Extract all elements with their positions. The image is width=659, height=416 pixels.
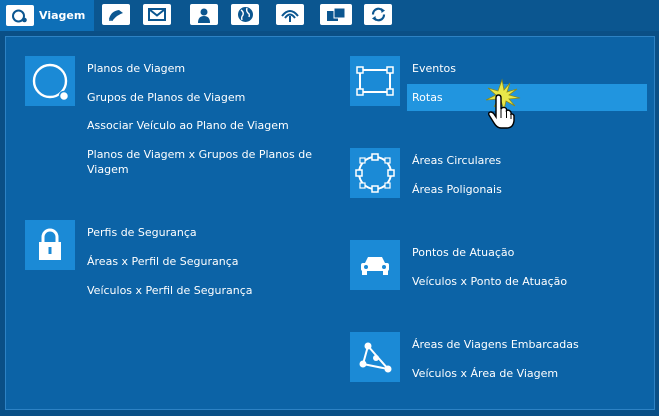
link-veiculos-x-area[interactable]: Veículos x Área de Viagem [412, 366, 558, 381]
tab-viagem[interactable]: Viagem [0, 0, 94, 31]
link-planos-de-viagem[interactable]: Planos de Viagem [87, 61, 185, 76]
link-areas-poligonais[interactable]: Áreas Poligonais [412, 182, 502, 197]
link-pontos-de-atuacao[interactable]: Pontos de Atuação [412, 245, 514, 260]
mail-icon [148, 8, 166, 21]
polygon-icon [350, 332, 400, 382]
tab-signal[interactable] [276, 4, 304, 25]
lock-icon [25, 220, 75, 270]
link-planos-x-grupos[interactable]: Planos de Viagem x Grupos de Planos de V… [87, 147, 337, 177]
link-perfis-de-seguranca[interactable]: Perfis de Segurança [87, 225, 197, 240]
link-associar-veiculo[interactable]: Associar Veículo ao Plano de Viagem [87, 118, 289, 133]
link-rotas[interactable]: Rotas [407, 84, 647, 111]
link-areas-circulares[interactable]: Áreas Circulares [412, 153, 501, 168]
folder-icon [327, 7, 346, 21]
circle-select-icon [350, 148, 400, 198]
car-icon [350, 240, 400, 290]
link-areas-x-perfil[interactable]: Áreas x Perfil de Segurança [87, 254, 239, 269]
tab-folder[interactable] [320, 4, 352, 25]
ring-icon [25, 56, 75, 106]
rectangle-select-icon [350, 56, 400, 106]
sync-icon [371, 7, 385, 22]
hand-cursor-icon [480, 78, 522, 134]
tab-globe[interactable] [231, 4, 259, 25]
link-veiculos-x-perfil[interactable]: Veículos x Perfil de Segurança [87, 283, 253, 298]
link-grupos-de-planos[interactable]: Grupos de Planos de Viagem [87, 90, 245, 105]
user-icon [198, 8, 210, 23]
link-eventos[interactable]: Eventos [412, 61, 456, 76]
tab-user[interactable] [190, 4, 218, 25]
tab-viagem-label: Viagem [39, 9, 86, 22]
module-tab-bar: Viagem [0, 0, 659, 31]
pen-icon [109, 9, 123, 21]
link-areas-de-viagens-embarcadas[interactable]: Áreas de Viagens Embarcadas [412, 337, 579, 352]
globe-icon [237, 7, 253, 22]
tab-sync[interactable] [364, 4, 392, 25]
link-veiculos-x-ponto[interactable]: Veículos x Ponto de Atuação [412, 274, 567, 289]
signal-icon [281, 10, 299, 22]
tab-pen[interactable] [102, 4, 130, 25]
tab-mail[interactable] [143, 4, 171, 25]
viagem-icon [6, 5, 34, 26]
